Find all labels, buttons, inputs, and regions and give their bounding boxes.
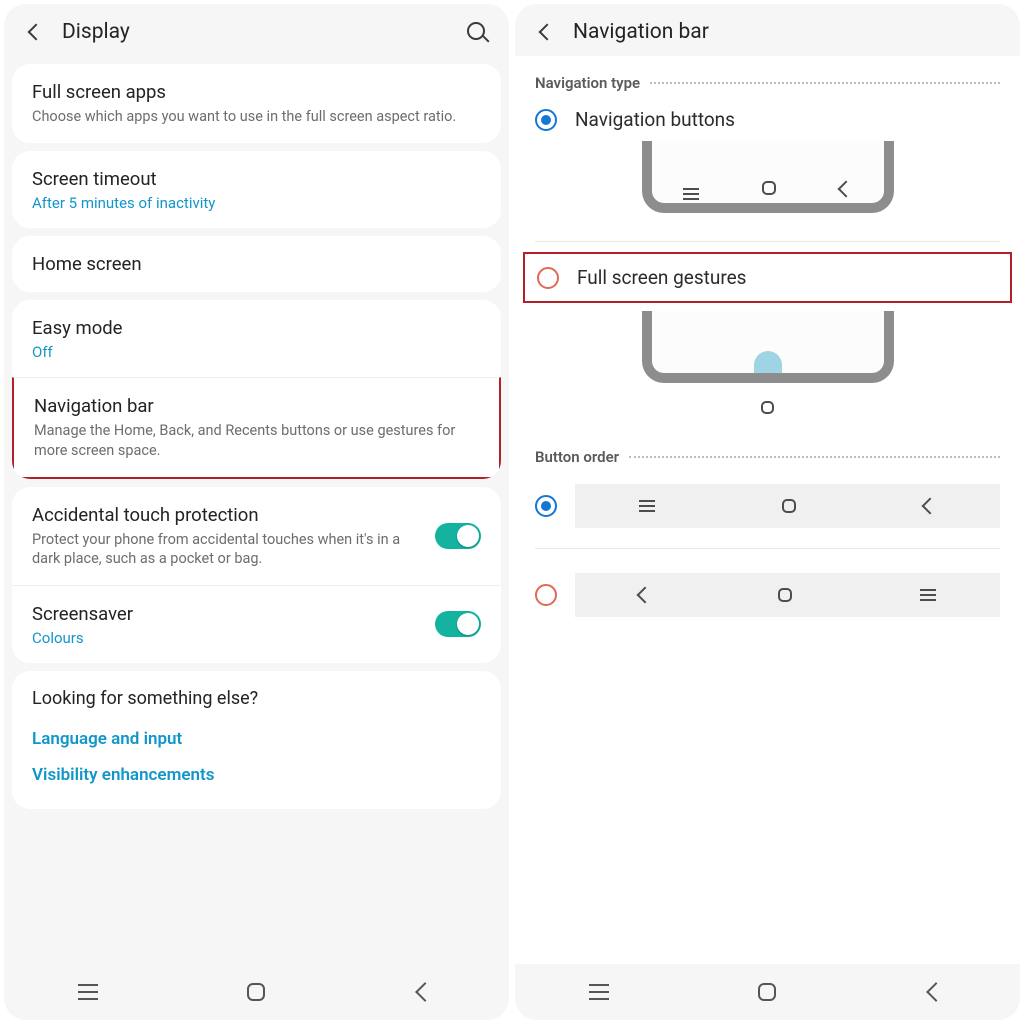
screensaver-row[interactable]: Screensaver Colours [12, 585, 501, 663]
search-button[interactable] [463, 18, 491, 46]
navigation-bar-settings-screen: Navigation bar Navigation type Navigatio… [515, 4, 1020, 1020]
navigation-buttons-preview [515, 137, 1020, 241]
search-icon [467, 22, 487, 42]
full-screen-gestures-preview [515, 307, 1020, 430]
accidental-touch-row[interactable]: Accidental touch protection Protect your… [12, 487, 501, 585]
radio-selected-icon [535, 109, 557, 131]
recents-icon [920, 594, 936, 596]
screen-timeout-row[interactable]: Screen timeout After 5 minutes of inacti… [12, 151, 501, 228]
navigation-type-section: Navigation type [515, 56, 1020, 96]
header: Display [4, 4, 509, 56]
full-screen-apps-row[interactable]: Full screen apps Choose which apps you w… [12, 64, 501, 143]
home-icon [247, 983, 265, 1001]
navbar-settings-content: Navigation type Navigation buttons [515, 56, 1020, 964]
back-icon [837, 181, 854, 198]
home-icon [758, 983, 776, 1001]
home-screen-row[interactable]: Home screen [12, 236, 501, 293]
navigation-buttons-option[interactable]: Navigation buttons [515, 96, 1020, 137]
button-order-option-1[interactable] [515, 470, 1020, 542]
header: Navigation bar [515, 4, 1020, 56]
looking-for-card: Looking for something else? Language and… [12, 671, 501, 809]
home-icon [782, 499, 796, 513]
recents-button[interactable] [559, 977, 639, 1007]
navigation-bar-row[interactable]: Navigation bar Manage the Home, Back, an… [12, 377, 501, 478]
recents-button[interactable] [48, 977, 128, 1007]
radio-selected-icon [535, 495, 557, 517]
home-icon [762, 181, 776, 195]
recents-icon [639, 505, 655, 507]
back-icon [922, 498, 939, 515]
back-icon [636, 587, 653, 604]
recents-icon [589, 991, 609, 993]
back-button[interactable] [533, 18, 561, 46]
language-input-link[interactable]: Language and input [32, 721, 481, 757]
display-settings-screen: Display Full screen apps Choose which ap… [4, 4, 509, 1020]
back-system-button[interactable] [385, 977, 465, 1007]
screensaver-toggle[interactable] [435, 611, 481, 637]
full-screen-gestures-option[interactable]: Full screen gestures [523, 252, 1012, 303]
button-order-option-2[interactable] [515, 559, 1020, 631]
button-order-section: Button order [515, 430, 1020, 470]
system-nav-bar [4, 964, 509, 1020]
back-icon [415, 982, 435, 1002]
home-icon [761, 401, 774, 414]
system-nav-bar [515, 964, 1020, 1020]
recents-icon [78, 991, 98, 993]
page-title: Display [62, 20, 463, 44]
home-button[interactable] [727, 977, 807, 1007]
page-title: Navigation bar [573, 20, 1002, 44]
radio-unselected-icon [537, 267, 559, 289]
home-icon [778, 588, 792, 602]
back-button[interactable] [22, 18, 50, 46]
accidental-touch-toggle[interactable] [435, 523, 481, 549]
recents-icon [683, 193, 699, 195]
back-icon [926, 982, 946, 1002]
settings-list: Full screen apps Choose which apps you w… [4, 56, 509, 964]
home-button[interactable] [216, 977, 296, 1007]
radio-unselected-icon [535, 584, 557, 606]
back-system-button[interactable] [896, 977, 976, 1007]
visibility-enhancements-link[interactable]: Visibility enhancements [32, 757, 481, 793]
gesture-pill-icon [754, 351, 782, 373]
easy-mode-row[interactable]: Easy mode Off [12, 300, 501, 377]
